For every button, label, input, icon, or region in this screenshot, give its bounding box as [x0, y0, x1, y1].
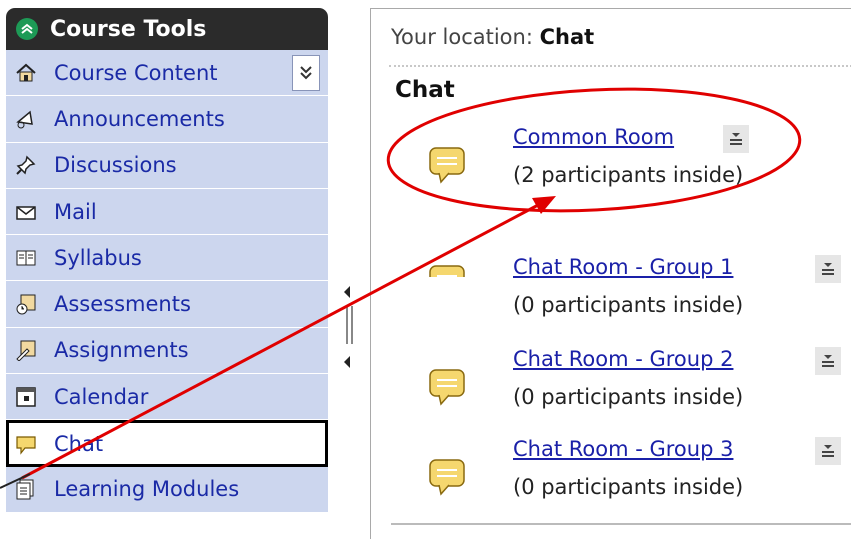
participant-count: (0 participants inside)	[513, 475, 744, 499]
chat-bubble-icon	[427, 367, 467, 413]
chat-main-panel: Your location: Chat Chat Common Room (2 …	[370, 8, 851, 539]
chat-room-link[interactable]: Chat Room - Group 1	[513, 255, 733, 279]
chat-bubble-icon	[427, 145, 467, 191]
sidebar-item-course-content[interactable]: Course Content	[6, 50, 328, 97]
participant-count: (0 participants inside)	[513, 293, 744, 317]
room-menu-icon[interactable]	[815, 437, 841, 465]
assessment-icon	[14, 292, 38, 316]
sidebar-item-label: Syllabus	[54, 245, 142, 270]
envelope-icon	[14, 200, 38, 224]
chat-room-item: Chat Room - Group 1 (0 participants insi…	[371, 255, 851, 335]
chat-room-link[interactable]: Common Room	[513, 125, 674, 149]
collapse-up-icon[interactable]	[16, 18, 38, 40]
course-tools-sidebar: Course Tools Course Content Announcement…	[0, 0, 338, 532]
chat-room-item: Chat Room - Group 2 (0 participants insi…	[371, 347, 851, 427]
course-tools-header[interactable]: Course Tools	[6, 8, 328, 50]
modules-icon	[14, 477, 38, 501]
divider	[391, 523, 851, 525]
chat-room-link[interactable]: Chat Room - Group 2	[513, 347, 733, 371]
chat-room-item: Common Room (2 participants inside)	[371, 125, 851, 205]
sidebar-item-label: Assessments	[54, 292, 191, 317]
sidebar-item-announcements[interactable]: Announcements	[6, 96, 328, 143]
breadcrumb-current: Chat	[539, 25, 595, 49]
sidebar-item-label: Learning Modules	[54, 477, 240, 502]
sidebar-item-syllabus[interactable]: Syllabus	[6, 235, 328, 282]
chat-room-item: Chat Room - Group 3 (0 participants insi…	[371, 437, 851, 517]
page-title: Chat	[395, 77, 455, 103]
megaphone-icon	[14, 107, 38, 131]
sidebar-item-learning-modules[interactable]: Learning Modules	[6, 466, 328, 513]
chat-icon	[14, 432, 38, 456]
sidebar-item-label: Assignments	[54, 338, 189, 363]
sidebar-item-chat[interactable]: Chat	[6, 420, 328, 467]
calendar-icon	[14, 385, 38, 409]
chat-room-link[interactable]: Chat Room - Group 3	[513, 437, 733, 461]
home-icon	[14, 61, 38, 85]
sidebar-item-label: Announcements	[54, 106, 225, 131]
participant-count: (2 participants inside)	[513, 163, 744, 187]
chat-bubble-icon	[427, 263, 467, 277]
sidebar-item-label: Mail	[54, 199, 97, 224]
breadcrumb-label: Your location:	[391, 25, 533, 49]
sidebar-item-discussions[interactable]: Discussions	[6, 142, 328, 189]
room-menu-icon[interactable]	[723, 125, 749, 153]
room-menu-icon[interactable]	[815, 347, 841, 375]
divider	[389, 65, 851, 67]
sidebar-item-label: Discussions	[54, 153, 177, 178]
participant-count: (0 participants inside)	[513, 385, 744, 409]
room-menu-icon[interactable]	[815, 255, 841, 283]
breadcrumb: Your location: Chat	[391, 25, 594, 49]
course-tools-title: Course Tools	[50, 16, 207, 42]
chat-bubble-icon	[427, 457, 467, 503]
sidebar-item-assignments[interactable]: Assignments	[6, 327, 328, 375]
course-tools-list: Course Content Announcements Discussions…	[6, 50, 328, 513]
sidebar-item-calendar[interactable]: Calendar	[6, 374, 328, 421]
assignment-icon	[14, 338, 38, 362]
book-icon	[14, 246, 38, 270]
chevron-down-icon[interactable]	[292, 55, 320, 91]
sidebar-collapse-handle[interactable]	[340, 282, 360, 382]
sidebar-item-label: Calendar	[54, 384, 149, 409]
sidebar-item-label: Chat	[54, 431, 104, 456]
sidebar-item-assessments[interactable]: Assessments	[6, 281, 328, 328]
sidebar-item-mail[interactable]: Mail	[6, 188, 328, 236]
sidebar-item-label: Course Content	[54, 60, 218, 85]
pushpin-icon	[14, 153, 38, 177]
